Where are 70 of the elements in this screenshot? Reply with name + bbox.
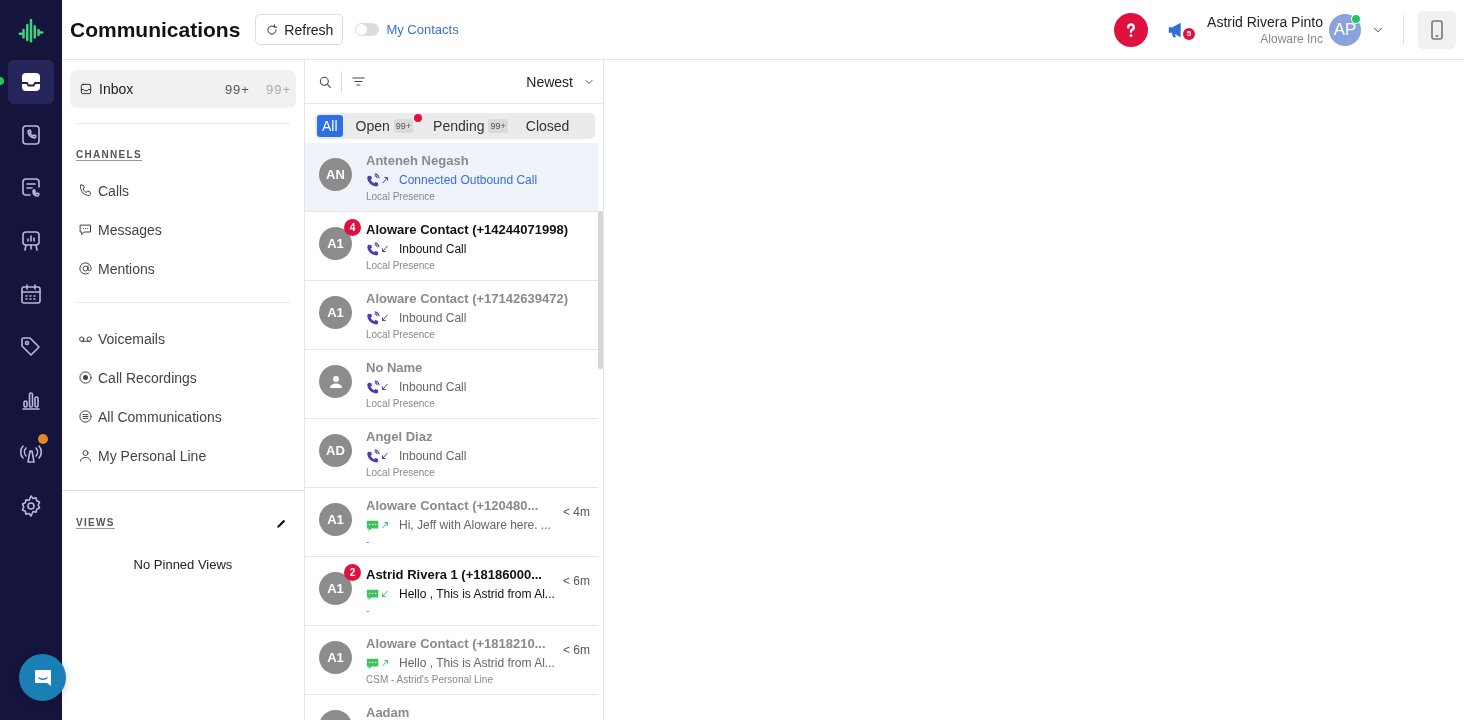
conversation-item[interactable]: A1 Aloware Contact (+17142639472) Inbound Call Local Presence — [305, 281, 598, 350]
page-title: Communications — [70, 17, 241, 42]
filter-tab[interactable]: All — [317, 115, 343, 137]
company-name: Aloware Inc — [1260, 31, 1323, 46]
filter-tab[interactable]: Closed — [520, 115, 575, 137]
conversation-item[interactable]: AN Anteneh Negash Connected Outbound Call Local Presence — [305, 143, 598, 212]
contact-name: No Name — [366, 360, 424, 375]
line-name: CSM - Astrid's Personal Line — [366, 674, 494, 685]
inbox-item[interactable]: Inbox 99+ 99+ — [70, 70, 296, 108]
contact-avatar: A1 — [319, 503, 352, 536]
inbox-label: Inbox — [99, 81, 134, 97]
empty-message: No Pinned Views — [132, 557, 234, 572]
message-preview: Inbound Call — [399, 380, 467, 394]
message-preview: Hi, Jeff with Aloware here. ... — [399, 518, 551, 532]
section-heading: VIEWS — [76, 517, 115, 529]
line-name: - — [366, 536, 371, 547]
message-preview: Connected Outbound Call — [399, 173, 538, 187]
sidebar-item[interactable]: Messages — [62, 210, 304, 249]
my-contacts-toggle[interactable]: My Contacts — [355, 22, 459, 37]
contact-avatar: A1 — [319, 296, 352, 329]
count: 99+ — [488, 119, 508, 133]
message-preview: Inbound Call — [399, 311, 467, 325]
contact-name: Aadam — [366, 705, 411, 720]
line-name: Local Presence — [366, 191, 436, 202]
message-preview: Hello , This is Astrid from Al... — [399, 587, 555, 601]
contact-name: Astrid Rivera 1 (+18186000... — [366, 567, 543, 582]
count: 99+ — [224, 81, 250, 97]
contact-name: Aloware Contact (+1818210... — [366, 636, 547, 651]
line-name: Local Presence — [366, 467, 436, 478]
unread-badge: 4 — [344, 219, 361, 236]
user-name: Astrid Rivera Pinto — [1207, 13, 1323, 30]
time-ago: < 6m — [563, 643, 590, 657]
message-preview: Inbound Call — [399, 449, 467, 463]
filter-tab[interactable]: Open 99+ — [350, 115, 419, 137]
notification-badge: 5 — [1183, 27, 1196, 40]
sort-dropdown[interactable]: Newest — [526, 73, 595, 90]
filter-tab[interactable]: Pending 99+ — [428, 115, 513, 137]
sidebar-item[interactable]: Mentions — [62, 249, 304, 288]
conversation-item[interactable]: A1 2 Astrid Rivera 1 (+18186000... Hello , This is Astrid from Al... - < 6m — [305, 557, 598, 626]
contact-name: Aloware Contact (+17142639472) — [366, 291, 569, 306]
section-heading: CHANNELS — [76, 149, 142, 161]
contact-name: Aloware Contact (+120480... — [366, 498, 540, 513]
count: 99+ — [265, 81, 291, 97]
conversation-item[interactable]: AD Angel Diaz Inbound Call Local Presence — [305, 419, 598, 488]
sidebar-item[interactable]: Voicemails — [62, 319, 304, 358]
line-name: - — [366, 605, 371, 616]
sidebar-item[interactable]: All Communications — [62, 397, 304, 436]
contact-avatar: AD — [319, 434, 352, 467]
conversation-item[interactable]: A1 Aloware Contact (+1818210... Hello , This is Astrid from Al... CSM - Astrid's Personal Line < 6m — [305, 626, 598, 695]
unread-badge: 2 — [344, 564, 361, 581]
contact-name: Angel Diaz — [366, 429, 434, 444]
message-preview: Hello , This is Astrid from Al... — [399, 656, 555, 670]
line-name: Local Presence — [366, 329, 436, 340]
sidebar-item[interactable]: Call Recordings — [62, 358, 304, 397]
conversation-item[interactable]: No Name Inbound Call Local Presence — [305, 350, 598, 419]
conversation-item[interactable]: A1 Aloware Contact (+120480... Hi, Jeff with Aloware here. ... - < 4m — [305, 488, 598, 557]
sidebar-item[interactable]: My Personal Line — [62, 436, 304, 475]
contact-avatar: A1 — [319, 641, 352, 674]
conversation-item[interactable]: A1 4 Aloware Contact (+14244071998) Inbound Call Local Presence — [305, 212, 598, 281]
count: 99+ — [393, 119, 414, 133]
refresh-button[interactable]: Refresh — [255, 14, 344, 45]
contact-name: Anteneh Negash — [366, 153, 470, 168]
time-ago: < 4m — [563, 505, 590, 519]
contact-avatar: AN — [319, 158, 352, 191]
line-name: Local Presence — [366, 398, 436, 409]
contact-name: Aloware Contact (+14244071998) — [366, 222, 569, 237]
message-preview: Inbound Call — [399, 242, 467, 256]
sidebar-item[interactable]: Calls — [62, 171, 304, 210]
line-name: Local Presence — [366, 260, 436, 271]
time-ago: < 6m — [563, 574, 590, 588]
